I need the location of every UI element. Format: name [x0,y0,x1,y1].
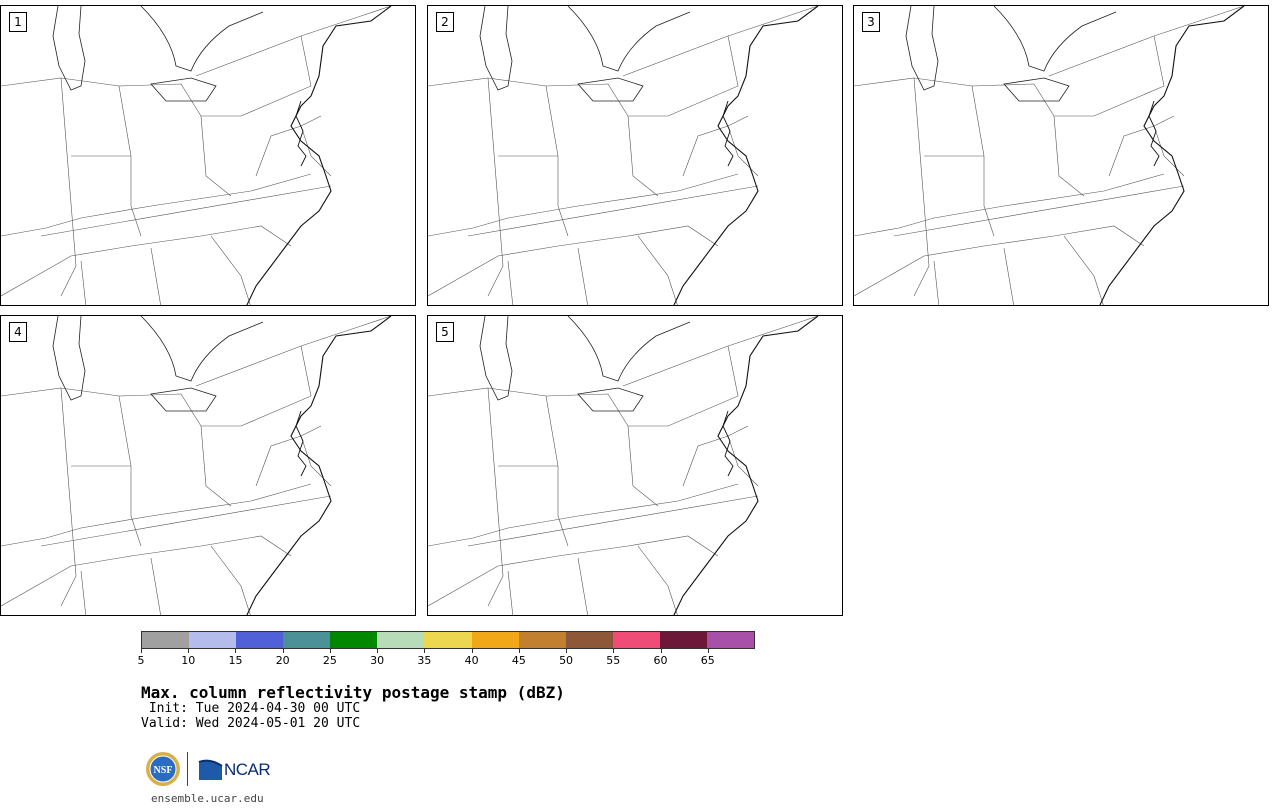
colorbar-segment [377,632,425,648]
colorbar-tick-label: 5 [137,654,145,667]
map-svg [1,316,392,615]
figure-title: Max. column reflectivity postage stamp (… [141,683,565,702]
website-link[interactable]: ensemble.ucar.edu [151,792,264,805]
member-label: 2 [436,12,454,32]
chesapeake-bay [722,100,734,167]
member-panel-4: 4 [0,315,416,616]
colorbar-segment [565,632,613,648]
colorbar-segment [424,632,472,648]
map-svg [428,316,819,615]
colorbar-tick [566,649,568,653]
nsf-logo-icon: NSF [146,752,180,786]
colorbar-tick [518,649,520,653]
member-panel-3: 3 [853,5,1269,306]
colorbar-tick-label: 20 [275,654,290,667]
colorbar-segment [330,632,378,648]
great-lakes-outline [52,6,264,102]
coastline [246,316,392,615]
member-label: 5 [436,322,454,342]
colorbar-tick-label: 30 [370,654,385,667]
colorbar-tick-label: 50 [559,654,574,667]
colorbar-segment [189,632,237,648]
colorbar-tick-label: 15 [228,654,243,667]
state-borders [428,6,819,305]
colorbar-tick [235,649,237,653]
colorbar-tick [141,649,142,653]
colorbar-tick-label: 65 [700,654,715,667]
colorbar-ticks: 5 10 15 20 25 30 35 40 45 50 55 60 65 [137,649,755,669]
colorbar-tick [707,649,709,653]
coastline [1099,6,1245,305]
colorbar-tick-label: 35 [417,654,432,667]
member-panel-2: 2 [427,5,843,306]
colorbar-segment [142,632,190,648]
member-panel-5: 5 [427,315,843,616]
colorbar-tick-label: 25 [322,654,337,667]
member-label: 4 [9,322,27,342]
state-borders [428,316,819,615]
valid-time: Valid: Wed 2024-05-01 20 UTC [141,716,361,731]
state-borders [854,6,1245,305]
ncar-logo-text: NCAR [224,760,271,779]
colorbar-tick [613,649,615,653]
colorbar-segment [518,632,566,648]
member-panel-1: 1 [0,5,416,306]
logo-divider [187,752,188,786]
colorbar-segment [236,632,284,648]
colorbar-tick [424,649,426,653]
state-borders [1,6,392,305]
great-lakes-outline [479,6,691,102]
state-borders [1,316,392,615]
colorbar-tick-label: 60 [653,654,668,667]
colorbar-tick [377,649,379,653]
colorbar-tick [282,649,284,653]
map-svg [428,6,819,305]
member-label: 1 [9,12,27,32]
colorbar-tick [329,649,331,653]
coastline [246,6,392,305]
map-svg [1,6,392,305]
colorbar-tick-label: 55 [606,654,621,667]
nsf-seal-text: NSF [154,765,173,776]
colorbar-tick-label: 45 [511,654,526,667]
colorbar [141,631,755,649]
colorbar-segment [283,632,331,648]
map-svg [854,6,1245,305]
colorbar-tick [188,649,190,653]
colorbar-tick [660,649,662,653]
member-label: 3 [862,12,880,32]
colorbar-tick-label: 40 [464,654,479,667]
chesapeake-bay [722,410,734,477]
init-time: Init: Tue 2024-04-30 00 UTC [141,701,361,716]
colorbar-tick [471,649,473,653]
colorbar-segment [659,632,707,648]
colorbar-segment [612,632,660,648]
colorbar-segment [706,632,755,648]
coastline [673,6,819,305]
great-lakes-outline [479,316,691,412]
coastline [673,316,819,615]
great-lakes-outline [52,316,264,412]
colorbar-segment [471,632,519,648]
chesapeake-bay [1148,100,1160,167]
chesapeake-bay [295,100,307,167]
colorbar-tick-label: 10 [181,654,196,667]
great-lakes-outline [905,6,1117,102]
chesapeake-bay [295,410,307,477]
